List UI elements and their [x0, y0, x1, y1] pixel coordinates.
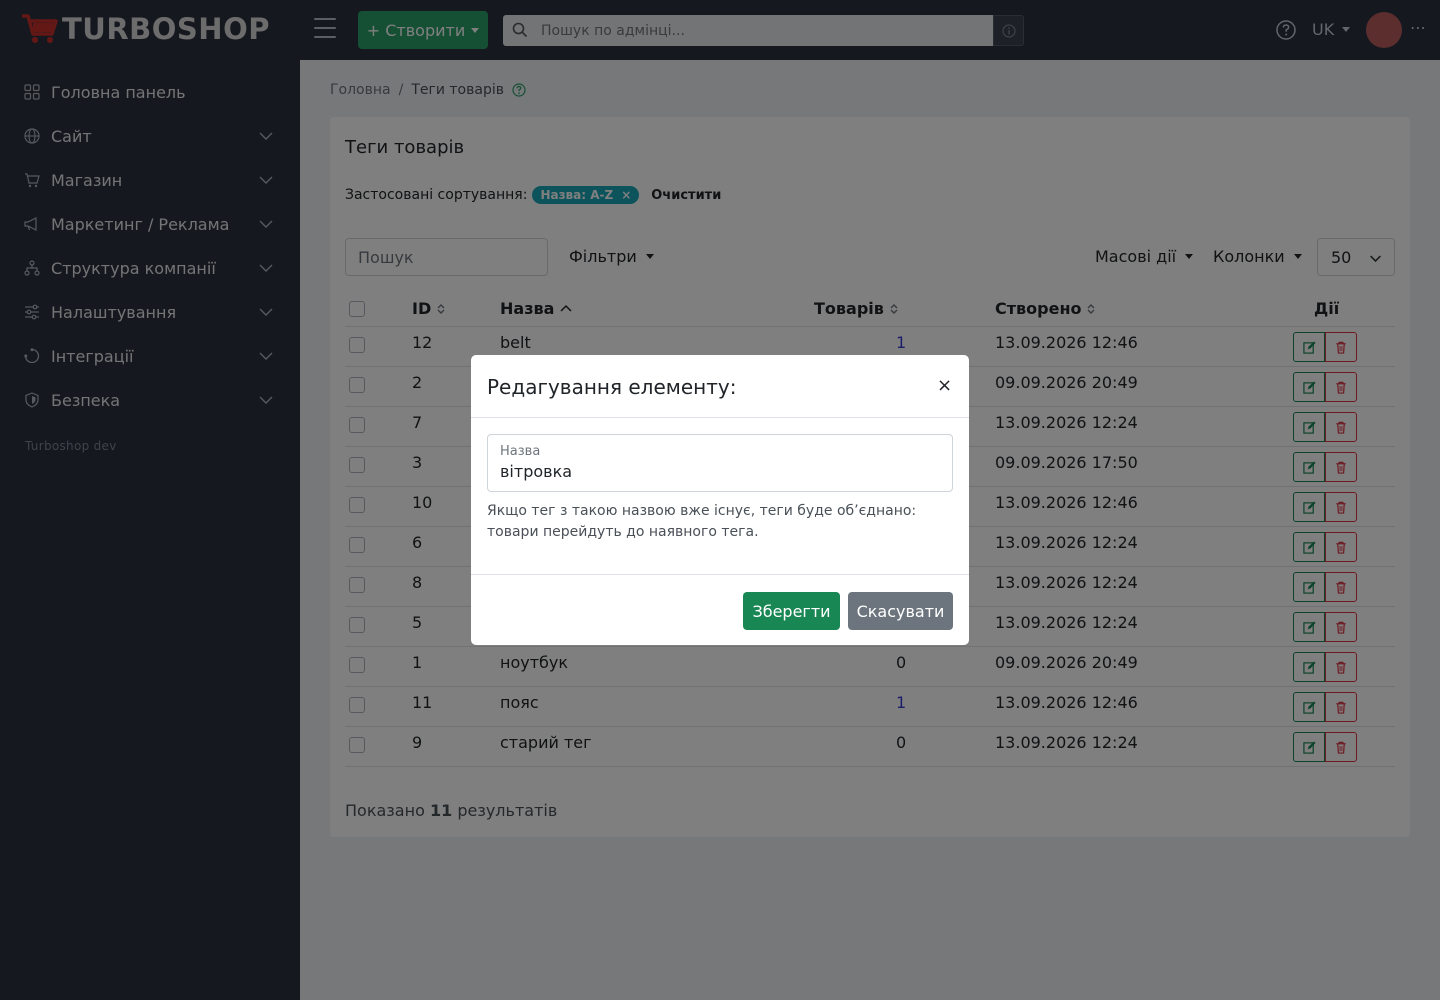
name-field: Назва [487, 434, 953, 492]
edit-modal: Редагування елементу: × Назва Якщо тег з… [471, 355, 969, 645]
modal-header: Редагування елементу: × [471, 355, 969, 418]
close-icon[interactable]: × [937, 377, 952, 395]
name-input[interactable] [500, 462, 940, 481]
modal-footer: Зберегти Скасувати [471, 574, 969, 645]
modal-title: Редагування елементу: [487, 375, 737, 399]
cancel-button[interactable]: Скасувати [848, 592, 953, 630]
save-button[interactable]: Зберегти [743, 592, 840, 630]
name-field-label: Назва [500, 444, 541, 459]
merge-hint: Якщо тег з такою назвою вже існує, теги … [487, 503, 917, 540]
